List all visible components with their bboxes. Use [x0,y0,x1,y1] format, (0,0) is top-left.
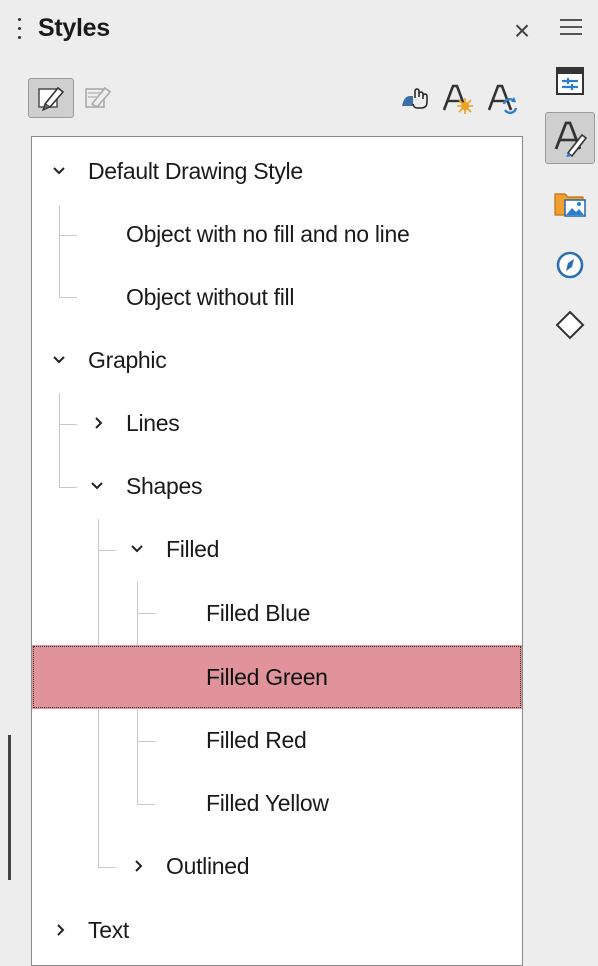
styles-tree[interactable]: Default Drawing Style Object with no fil… [31,136,523,966]
deck-properties-button[interactable] [548,58,592,104]
new-style-from-selection-button[interactable] [437,78,477,118]
tree-item-label: Object without fill [126,283,295,310]
tree-item-outlined[interactable]: Outlined [32,836,522,896]
tree-item-object-no-fill-no-line[interactable]: Object with no fill and no line [32,204,522,264]
deck-gallery-button[interactable] [548,180,592,226]
tree-item-label: Filled [166,535,220,562]
fill-format-mode-icon [402,88,428,109]
styles-icon [554,121,588,157]
tree-item-graphic[interactable]: Graphic [32,330,522,390]
chevron-down-icon[interactable] [128,540,146,558]
tree-item-label: Filled Blue [206,599,311,626]
tree-item-label: Filled Yellow [206,789,329,816]
close-panel-button[interactable]: × [509,14,535,48]
tree-item-label: Graphic [88,346,167,373]
chevron-right-icon[interactable] [52,921,70,939]
deck-navigator-button[interactable] [548,242,592,288]
gallery-icon [554,193,586,217]
tree-item-filled-red[interactable]: Filled Red [32,710,522,770]
properties-icon [556,67,584,95]
tree-item-shapes[interactable]: Shapes [32,456,522,516]
chevron-down-icon[interactable] [50,162,68,180]
tree-item-label: Object with no fill and no line [126,220,410,247]
drawing-styles-icon [38,86,65,112]
tree-item-label: Lines [126,409,180,436]
chevron-down-icon[interactable] [50,351,68,369]
chevron-right-icon[interactable] [90,414,108,432]
chevron-down-icon[interactable] [88,477,106,495]
tree-item-label: Outlined [166,852,250,879]
presentation-styles-icon [85,86,112,109]
tree-item-filled-blue[interactable]: Filled Blue [32,583,522,643]
panel-title: Styles [38,14,110,42]
tree-item-label: Text [88,916,129,943]
tree-item-filled[interactable]: Filled [32,519,522,579]
tree-item-object-without-fill[interactable]: Object without fill [32,267,522,327]
new-style-from-selection-icon [442,84,473,114]
update-style-button[interactable] [482,78,522,118]
window-edge-line [8,735,11,880]
panel-grip-handle[interactable] [18,18,22,46]
navigator-icon [556,251,584,279]
chevron-right-icon[interactable] [130,857,148,875]
tree-item-label: Filled Green [206,663,328,690]
deck-shapes-button[interactable] [548,302,592,348]
tree-item-text[interactable]: Text [32,900,522,960]
update-style-icon [487,84,518,114]
tree-item-filled-yellow[interactable]: Filled Yellow [32,773,522,833]
presentation-styles-button[interactable] [78,78,118,118]
tree-item-label: Filled Red [206,726,307,753]
fill-format-mode-button[interactable] [394,78,434,118]
deck-styles-button[interactable] [545,112,595,164]
shapes-icon [555,310,585,340]
hamburger-menu-icon[interactable] [560,19,582,39]
tree-item-label: Default Drawing Style [88,157,303,184]
tree-item-default-drawing-style[interactable]: Default Drawing Style [32,141,522,201]
tree-item-filled-green[interactable]: Filled Green [32,645,522,709]
tree-item-lines[interactable]: Lines [32,393,522,453]
drawing-styles-button[interactable] [28,78,74,118]
tree-item-label: Shapes [126,472,203,499]
